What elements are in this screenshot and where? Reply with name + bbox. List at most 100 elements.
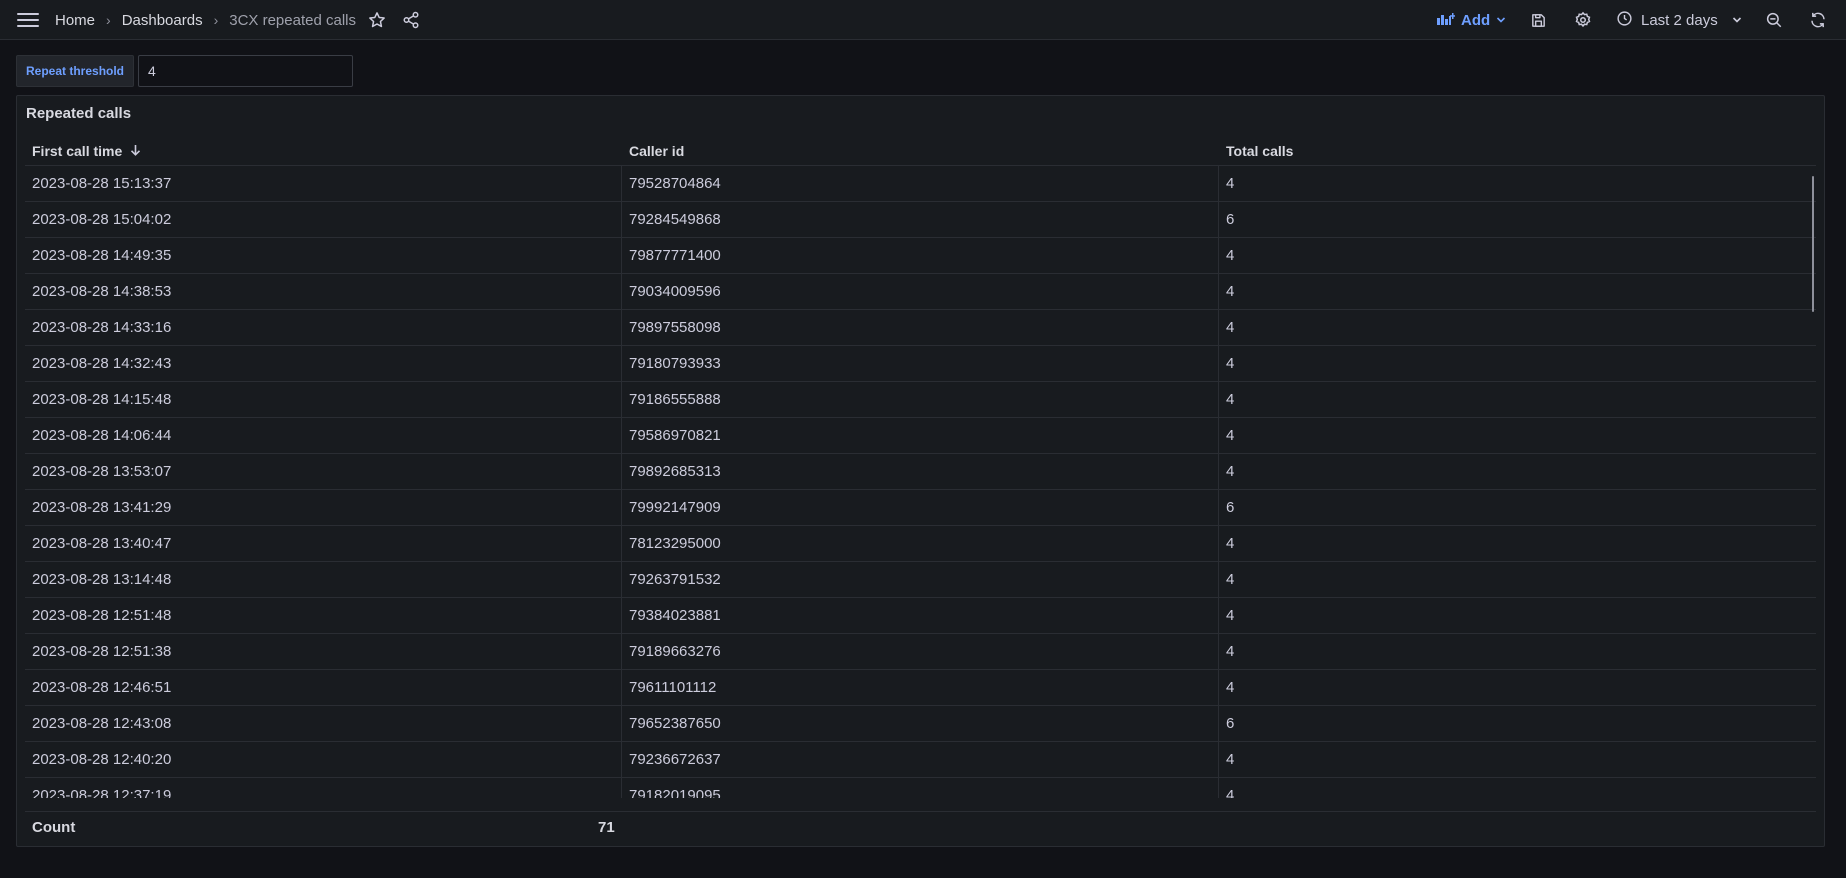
- cell-caller-id: 79284549868: [622, 202, 1219, 237]
- cell-first-call-time: 2023-08-28 14:06:44: [25, 418, 622, 453]
- star-icon[interactable]: [366, 9, 388, 31]
- repeat-threshold-input[interactable]: [138, 55, 354, 87]
- cell-total-calls: 6: [1226, 499, 1235, 516]
- cell-total-calls: 4: [1226, 679, 1235, 696]
- cell-total-calls: 4: [1226, 463, 1235, 480]
- variable-row: Repeat threshold: [16, 55, 354, 87]
- footer-count-label: Count: [32, 819, 76, 836]
- panel-title: Repeated calls: [26, 105, 132, 122]
- table-row: 2023-08-28 13:53:07 79892685313 4: [25, 454, 1816, 490]
- table-header: First call time Caller id Total calls: [25, 136, 1816, 166]
- cell-caller-id: 78123295000: [622, 526, 1219, 561]
- cell-total-calls: 4: [1226, 175, 1235, 192]
- clock-icon: [1616, 10, 1633, 31]
- table-row: 2023-08-28 15:04:02 79284549868 6: [25, 202, 1816, 238]
- cell-first-call-time: 2023-08-28 13:40:47: [25, 526, 622, 561]
- cell-first-call-time: 2023-08-28 12:51:48: [25, 598, 622, 633]
- zoom-out-icon[interactable]: [1763, 9, 1785, 31]
- chevron-right-icon: ›: [106, 12, 111, 28]
- add-button-label: Add: [1461, 11, 1491, 29]
- cell-total-calls: 6: [1226, 211, 1235, 228]
- refresh-icon[interactable]: [1807, 9, 1829, 31]
- table-row: 2023-08-28 13:14:48 79263791532 4: [25, 562, 1816, 598]
- time-range-picker[interactable]: Last 2 days: [1616, 8, 1742, 32]
- repeated-calls-panel: Repeated calls First call time Caller id…: [16, 95, 1825, 847]
- cell-caller-id: 79877771400: [622, 238, 1219, 273]
- table-scrollbar[interactable]: [1812, 176, 1814, 312]
- cell-first-call-time: 2023-08-28 15:13:37: [25, 166, 622, 201]
- cell-total-calls: 4: [1226, 391, 1235, 408]
- time-range-label: Last 2 days: [1641, 11, 1718, 29]
- cell-total-calls: 4: [1226, 787, 1235, 798]
- cell-caller-id: 79384023881: [622, 598, 1219, 633]
- cell-first-call-time: 2023-08-28 14:32:43: [25, 346, 622, 381]
- cell-first-call-time: 2023-08-28 14:15:48: [25, 382, 622, 417]
- variable-label: Repeat threshold: [16, 55, 135, 87]
- cell-total-calls: 6: [1226, 715, 1235, 732]
- cell-first-call-time: 2023-08-28 14:33:16: [25, 310, 622, 345]
- breadcrumb-dashboards[interactable]: Dashboards: [122, 12, 203, 29]
- cell-first-call-time: 2023-08-28 15:04:02: [25, 202, 622, 237]
- cell-caller-id: 79586970821: [622, 418, 1219, 453]
- table-row: 2023-08-28 12:37:19 79182019095 4: [25, 778, 1816, 798]
- breadcrumb: Home › Dashboards › 3CX repeated calls: [55, 0, 356, 40]
- cell-caller-id: 79236672637: [622, 742, 1219, 777]
- sort-descending-icon: [130, 143, 141, 159]
- table-row: 2023-08-28 12:43:08 79652387650 6: [25, 706, 1816, 742]
- table-row: 2023-08-28 12:40:20 79236672637 4: [25, 742, 1816, 778]
- cell-caller-id: 79263791532: [622, 562, 1219, 597]
- cell-first-call-time: 2023-08-28 14:38:53: [25, 274, 622, 309]
- cell-caller-id: 79992147909: [622, 490, 1219, 525]
- breadcrumb-home[interactable]: Home: [55, 12, 95, 29]
- cell-caller-id: 79182019095: [622, 778, 1219, 798]
- cell-first-call-time: 2023-08-28 12:46:51: [25, 670, 622, 705]
- cell-caller-id: 79652387650: [622, 706, 1219, 741]
- cell-total-calls: 4: [1226, 643, 1235, 660]
- cell-caller-id: 79180793933: [622, 346, 1219, 381]
- gear-icon[interactable]: [1572, 9, 1594, 31]
- table-row: 2023-08-28 14:33:16 79897558098 4: [25, 310, 1816, 346]
- cell-caller-id: 79897558098: [622, 310, 1219, 345]
- cell-total-calls: 4: [1226, 355, 1235, 372]
- cell-first-call-time: 2023-08-28 13:14:48: [25, 562, 622, 597]
- add-panel-button[interactable]: Add: [1437, 8, 1506, 32]
- save-icon[interactable]: [1527, 9, 1549, 31]
- cell-caller-id: 79528704864: [622, 166, 1219, 201]
- column-header-first-call-time[interactable]: First call time: [25, 136, 622, 165]
- cell-total-calls: 4: [1226, 607, 1235, 624]
- cell-total-calls: 4: [1226, 535, 1235, 552]
- table-row: 2023-08-28 14:32:43 79180793933 4: [25, 346, 1816, 382]
- cell-total-calls: 4: [1226, 751, 1235, 768]
- chevron-right-icon: ›: [213, 12, 219, 28]
- share-icon[interactable]: [400, 9, 422, 31]
- table-row: 2023-08-28 12:51:38 79189663276 4: [25, 634, 1816, 670]
- cell-first-call-time: 2023-08-28 14:49:35: [25, 238, 622, 273]
- chevron-down-icon: [1732, 12, 1742, 29]
- table-row: 2023-08-28 14:49:35 79877771400 4: [25, 238, 1816, 274]
- cell-caller-id: 79189663276: [622, 634, 1219, 669]
- bar-chart-plus-icon: [1437, 11, 1455, 29]
- table-row: 2023-08-28 12:51:48 79384023881 4: [25, 598, 1816, 634]
- column-header-total-calls[interactable]: Total calls: [1219, 136, 1816, 165]
- cell-total-calls: 4: [1226, 319, 1235, 336]
- hamburger-menu-icon[interactable]: [17, 11, 39, 29]
- cell-total-calls: 4: [1226, 247, 1235, 264]
- table-row: 2023-08-28 12:46:51 79611101112 4: [25, 670, 1816, 706]
- cell-first-call-time: 2023-08-28 12:40:20: [25, 742, 622, 777]
- table-row: 2023-08-28 14:15:48 79186555888 4: [25, 382, 1816, 418]
- table-row: 2023-08-28 14:06:44 79586970821 4: [25, 418, 1816, 454]
- table-row: 2023-08-28 15:13:37 79528704864 4: [25, 166, 1816, 202]
- cell-first-call-time: 2023-08-28 12:37:19: [25, 778, 622, 798]
- chevron-down-icon: [1496, 12, 1506, 29]
- cell-caller-id: 79186555888: [622, 382, 1219, 417]
- cell-total-calls: 4: [1226, 283, 1235, 300]
- cell-total-calls: 4: [1226, 571, 1235, 588]
- table-body[interactable]: 2023-08-28 15:13:37 79528704864 4 2023-08-2…: [25, 166, 1816, 798]
- cell-caller-id: 79892685313: [622, 454, 1219, 489]
- table-row: 2023-08-28 13:40:47 78123295000 4: [25, 526, 1816, 562]
- footer-count-value: 71: [598, 819, 615, 836]
- column-header-caller-id[interactable]: Caller id: [622, 136, 1219, 165]
- cell-first-call-time: 2023-08-28 13:53:07: [25, 454, 622, 489]
- table-footer: Count 71: [25, 811, 1816, 843]
- table-row: 2023-08-28 13:41:29 79992147909 6: [25, 490, 1816, 526]
